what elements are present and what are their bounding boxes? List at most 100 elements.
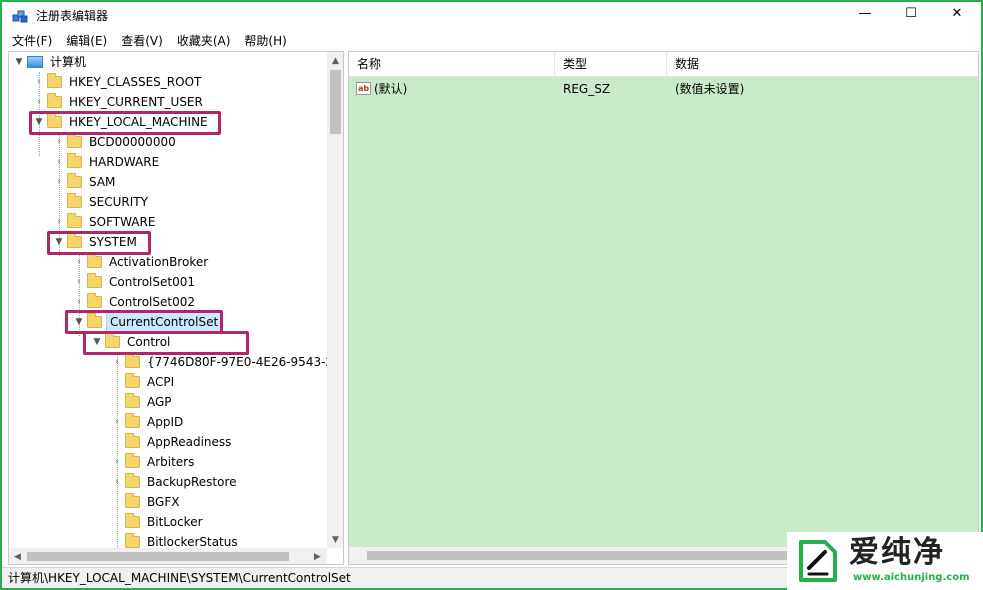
- watermark-text: 爱纯净: [849, 535, 945, 570]
- tree-node-arbiters[interactable]: › Arbiters: [111, 452, 197, 472]
- tree-node-controlset001[interactable]: › ControlSet001: [73, 272, 198, 292]
- computer-icon: [27, 56, 43, 68]
- scroll-down-icon[interactable]: ▼: [327, 531, 343, 548]
- folder-icon: [125, 453, 140, 468]
- chevron-right-icon[interactable]: ›: [111, 417, 123, 427]
- tree-node-appid[interactable]: › AppID: [111, 412, 186, 432]
- tree-node-computer[interactable]: ▼ 计算机: [13, 52, 89, 72]
- watermark: 爱纯净 www.aichunjing.com: [787, 532, 983, 590]
- tree-vertical-scrollbar[interactable]: ▲ ▼: [327, 52, 343, 548]
- menu-help[interactable]: 帮助(H): [244, 32, 286, 50]
- chevron-right-icon[interactable]: ›: [111, 477, 123, 487]
- values-list[interactable]: 名称 类型 数据 ab (默认) REG_SZ (数值未设置): [348, 51, 979, 565]
- folder-icon: [87, 253, 102, 268]
- scroll-thumb[interactable]: [330, 70, 341, 134]
- tree-node-label: BGFX: [147, 495, 180, 509]
- tree-node-bitlocker[interactable]: BitLocker: [111, 512, 206, 532]
- tree-node-controlset002[interactable]: › ControlSet002: [73, 292, 198, 312]
- tree-node-label: HKEY_CURRENT_USER: [69, 95, 203, 109]
- menu-file[interactable]: 文件(F): [12, 32, 52, 50]
- tree-node-activationbroker[interactable]: › ActivationBroker: [73, 252, 211, 272]
- maximize-button[interactable]: ☐: [888, 2, 934, 24]
- tree-node-label: ControlSet001: [109, 275, 195, 289]
- tree-node-guid[interactable]: › {7746D80F-97E0-4E26-9543-26: [111, 352, 343, 372]
- folder-icon: [87, 273, 102, 288]
- tree-node-label: Arbiters: [147, 455, 195, 469]
- tree-node-label: HKEY_CLASSES_ROOT: [69, 75, 202, 89]
- menu-favorites[interactable]: 收藏夹(A): [177, 32, 231, 50]
- folder-icon: [125, 433, 140, 448]
- tree-node-label: BCD00000000: [89, 135, 176, 149]
- tree-node-sam[interactable]: › SAM: [53, 172, 118, 192]
- tree-node-label: ActivationBroker: [109, 255, 209, 269]
- tree-node-hkcu[interactable]: › HKEY_CURRENT_USER: [33, 92, 206, 112]
- tree-node-security[interactable]: SECURITY: [53, 192, 151, 212]
- chevron-right-icon[interactable]: ›: [33, 97, 45, 107]
- tree-horizontal-scrollbar[interactable]: ◀ ▶: [9, 548, 327, 564]
- menu-bar: 文件(F) 编辑(E) 查看(V) 收藏夹(A) 帮助(H): [2, 31, 981, 51]
- folder-icon: [125, 513, 140, 528]
- folder-icon: [67, 213, 82, 228]
- scroll-right-icon[interactable]: ▶: [309, 548, 326, 564]
- tree-node-label: BitLocker: [147, 515, 203, 529]
- tree-node-agp[interactable]: AGP: [111, 392, 175, 412]
- close-icon: ✕: [951, 5, 963, 21]
- tree-node-bgfx[interactable]: BGFX: [111, 492, 182, 512]
- folder-icon: [87, 293, 102, 308]
- chevron-right-icon[interactable]: ›: [111, 457, 123, 467]
- list-header: 名称 类型 数据: [349, 52, 978, 77]
- chevron-right-icon[interactable]: ›: [53, 217, 65, 227]
- tree-node-label: BackupRestore: [147, 475, 237, 489]
- tree-node-software[interactable]: › SOFTWARE: [53, 212, 158, 232]
- watermark-logo-icon: [799, 540, 837, 582]
- chevron-right-icon[interactable]: ›: [53, 137, 65, 147]
- folder-icon: [125, 493, 140, 508]
- chevron-right-icon[interactable]: ›: [53, 157, 65, 167]
- chevron-right-icon[interactable]: ›: [53, 177, 65, 187]
- folder-icon: [125, 473, 140, 488]
- tree-node-label: {7746D80F-97E0-4E26-9543-26: [147, 355, 341, 369]
- table-row[interactable]: ab (默认) REG_SZ (数值未设置): [349, 78, 978, 100]
- minimize-button[interactable]: —: [842, 2, 888, 24]
- registry-editor-icon: [12, 10, 28, 23]
- folder-icon: [67, 133, 82, 148]
- chevron-right-icon[interactable]: ›: [73, 277, 85, 287]
- tree-node-appreadiness[interactable]: AppReadiness: [111, 432, 234, 452]
- value-data: (数值未设置): [675, 82, 745, 96]
- chevron-right-icon[interactable]: ›: [73, 257, 85, 267]
- scroll-up-icon[interactable]: ▲: [327, 52, 343, 69]
- value-name: (默认): [374, 82, 408, 96]
- tree-node-hkcr[interactable]: › HKEY_CLASSES_ROOT: [33, 72, 204, 92]
- highlight-box-system: [47, 231, 151, 255]
- menu-edit[interactable]: 编辑(E): [66, 32, 107, 50]
- scroll-thumb[interactable]: [27, 552, 289, 561]
- chevron-right-icon[interactable]: ›: [111, 357, 123, 367]
- tree-node-acpi[interactable]: ACPI: [111, 372, 177, 392]
- tree-node-label: ControlSet002: [109, 295, 195, 309]
- folder-icon: [67, 153, 82, 168]
- scroll-thumb[interactable]: [367, 551, 787, 560]
- ab-string-icon: ab: [356, 82, 371, 95]
- tree-node-label: AGP: [147, 395, 172, 409]
- column-header-data[interactable]: 数据: [667, 52, 978, 77]
- status-path: 计算机\HKEY_LOCAL_MACHINE\SYSTEM\CurrentCon…: [8, 571, 351, 585]
- tree-node-label: SOFTWARE: [89, 215, 156, 229]
- chevron-right-icon[interactable]: ›: [73, 297, 85, 307]
- tree-node-backuprestore[interactable]: › BackupRestore: [111, 472, 240, 492]
- tree-node-hardware[interactable]: › HARDWARE: [53, 152, 162, 172]
- chevron-down-icon[interactable]: ▼: [13, 57, 25, 67]
- menu-view[interactable]: 查看(V): [121, 32, 163, 50]
- window-title: 注册表编辑器: [36, 9, 109, 23]
- maximize-icon: ☐: [905, 5, 917, 21]
- close-button[interactable]: ✕: [934, 2, 980, 24]
- folder-icon: [67, 173, 82, 188]
- highlight-box-hklm: [29, 111, 221, 135]
- chevron-right-icon[interactable]: ›: [33, 77, 45, 87]
- column-header-type[interactable]: 类型: [555, 52, 667, 77]
- tree-node-label: SAM: [89, 175, 116, 189]
- watermark-url: www.aichunjing.com: [853, 572, 970, 583]
- scroll-left-icon[interactable]: ◀: [9, 548, 26, 564]
- registry-tree[interactable]: ▼ 计算机 › HKEY_CLASSES_ROOT › HKEY_CURRENT…: [8, 51, 344, 565]
- column-header-name[interactable]: 名称: [349, 52, 555, 77]
- tree-node-bcd[interactable]: › BCD00000000: [53, 132, 179, 152]
